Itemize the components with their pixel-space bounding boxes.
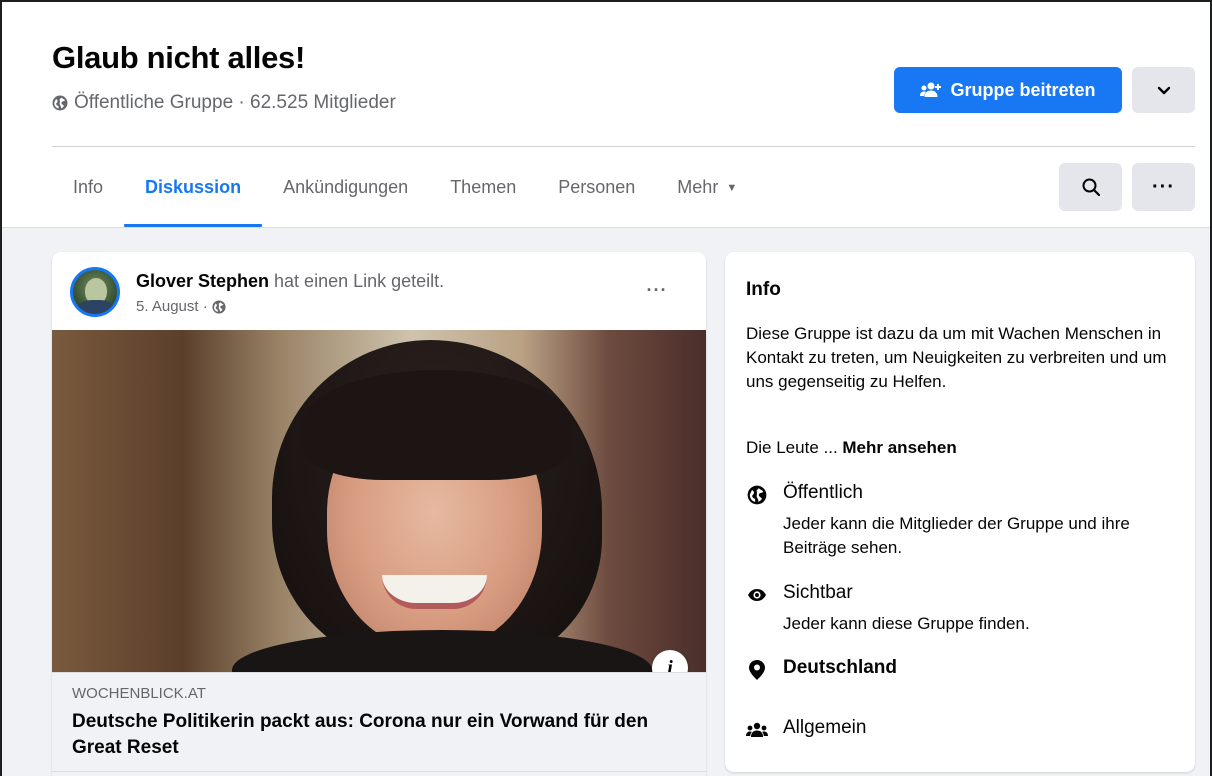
see-more-link[interactable]: Mehr ansehen — [842, 438, 956, 457]
info-item-visible: Sichtbar Jeder kann diese Gruppe finden. — [746, 582, 1176, 642]
avatar[interactable] — [70, 267, 120, 317]
globe-icon — [52, 95, 68, 111]
tab-themen-label: Themen — [450, 177, 517, 197]
tab-personen[interactable]: Personen — [537, 148, 656, 227]
info-item-subtitle: Jeder kann diese Gruppe finden. — [783, 614, 1030, 633]
info-heading: Info — [746, 279, 781, 300]
group-header: Glaub nicht alles! Öffentliche Gruppe · … — [2, 2, 1210, 228]
info-item-title: Sichtbar — [783, 582, 853, 603]
tab-mehr[interactable]: Mehr ▼ — [656, 148, 758, 227]
globe-icon — [746, 484, 768, 506]
post-author-name[interactable]: Glover Stephen — [136, 271, 269, 291]
post-action: hat einen Link geteilt. — [269, 271, 445, 291]
tab-personen-label: Personen — [558, 177, 636, 197]
info-description: Diese Gruppe ist dazu da um mit Wachen M… — [746, 324, 1167, 391]
group-meta-text: Öffentliche Gruppe · 62.525 Mitglieder — [74, 92, 396, 113]
post-card: Glover Stephen hat einen Link geteilt. 5… — [52, 252, 706, 776]
info-item-category: Allgemein — [746, 717, 1176, 747]
info-card: Info Diese Gruppe ist dazu da um mit Wac… — [725, 252, 1195, 772]
search-button[interactable] — [1059, 163, 1122, 211]
link-divider — [52, 771, 706, 772]
page-frame: Glaub nicht alles! Öffentliche Gruppe · … — [0, 0, 1212, 776]
header-divider — [52, 146, 1195, 147]
info-item-location: Deutschland — [746, 657, 1176, 687]
group-add-icon — [920, 82, 942, 97]
image-shoulder-shape — [232, 630, 652, 672]
post-author-line: Glover Stephen hat einen Link geteilt. — [136, 271, 444, 292]
post-link-image[interactable] — [52, 330, 706, 672]
location-pin-icon — [746, 659, 768, 681]
post-date: 5. August · — [136, 298, 226, 315]
globe-icon — [212, 299, 226, 314]
image-bangs-shape — [302, 370, 572, 480]
link-domain: WOCHENBLICK.AT — [72, 685, 206, 702]
tab-ankuendigungen[interactable]: Ankündigungen — [262, 148, 429, 227]
group-more-button[interactable]: ··· — [1132, 163, 1195, 211]
group-title: Glaub nicht alles! — [52, 40, 305, 75]
more-dots-icon: ··· — [1152, 175, 1175, 198]
caret-down-icon: ▼ — [726, 181, 738, 194]
info-item-title: Allgemein — [783, 717, 867, 738]
chevron-down-icon — [1157, 86, 1170, 94]
tab-themen[interactable]: Themen — [429, 148, 537, 227]
tab-info[interactable]: Info — [52, 148, 124, 227]
group-icon — [746, 719, 768, 741]
info-item-subtitle: Jeder kann die Mitglieder der Gruppe und… — [783, 514, 1130, 557]
link-title: Deutsche Politikerin packt aus: Corona n… — [72, 711, 649, 758]
info-item-title: Deutschland — [783, 657, 898, 678]
eye-icon — [746, 584, 768, 606]
link-preview[interactable]: WOCHENBLICK.AT Deutsche Politikerin pack… — [52, 672, 706, 776]
group-tabs: Info Diskussion Ankündigungen Themen Per… — [52, 148, 758, 227]
join-group-label: Gruppe beitreten — [950, 79, 1096, 100]
info-more-prefix: Die Leute ... — [746, 438, 843, 457]
tab-diskussion[interactable]: Diskussion — [124, 148, 263, 227]
group-meta: Öffentliche Gruppe · 62.525 Mitglieder — [52, 92, 396, 114]
search-icon — [1082, 178, 1100, 197]
post-date-text[interactable]: 5. August · — [136, 298, 208, 315]
post-more-button[interactable]: ··· — [642, 280, 672, 300]
info-item-public: Öffentlich Jeder kann die Mitglieder der… — [746, 482, 1176, 562]
tab-info-label: Info — [73, 177, 104, 197]
info-more: Die Leute ... Mehr ansehen — [746, 438, 957, 458]
tab-diskussion-label: Diskussion — [145, 177, 242, 197]
tab-ankuendigungen-label: Ankündigungen — [283, 177, 409, 197]
header-dropdown-button[interactable] — [1132, 67, 1195, 113]
tab-mehr-label: Mehr — [677, 177, 719, 197]
join-group-button[interactable]: Gruppe beitreten — [894, 67, 1122, 113]
info-item-title: Öffentlich — [783, 482, 863, 503]
